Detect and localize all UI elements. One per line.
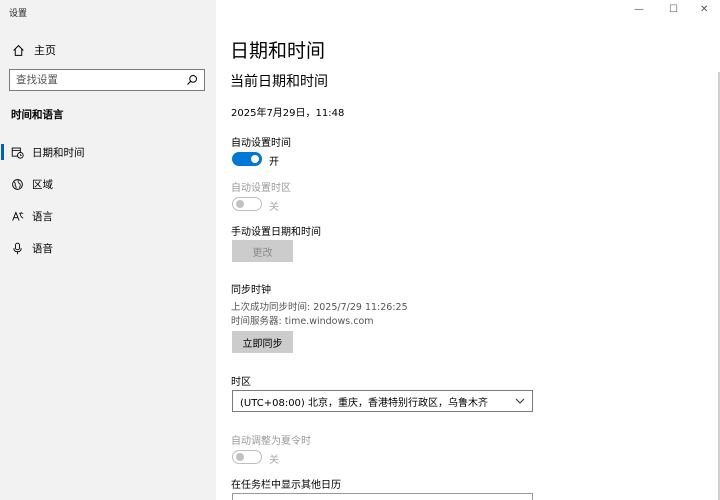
change-button[interactable]: 更改 xyxy=(232,240,293,262)
section-heading: 当前日期和时间 xyxy=(230,74,328,90)
auto-time-toggle[interactable] xyxy=(232,152,262,166)
language-icon xyxy=(9,208,25,224)
search-box[interactable] xyxy=(9,69,205,91)
sidebar-item-label: 语音 xyxy=(32,242,53,255)
sidebar: 设置 主页 时间和语言 日期和时间 区域 语言 语音 xyxy=(0,0,216,500)
toggle-knob xyxy=(251,155,259,163)
extra-calendar-label: 在任务栏中显示其他日历 xyxy=(231,480,341,491)
page-title: 日期和时间 xyxy=(230,40,326,62)
timezone-select[interactable]: (UTC+08:00) 北京，重庆，香港特别行政区，乌鲁木齐 xyxy=(232,390,533,412)
calendar-clock-icon xyxy=(9,144,25,160)
minimize-button[interactable]: — xyxy=(634,4,644,15)
timezone-value: (UTC+08:00) 北京，重庆，香港特别行政区，乌鲁木齐 xyxy=(240,397,489,409)
auto-timezone-toggle[interactable] xyxy=(232,197,262,211)
maximize-button[interactable]: ☐ xyxy=(669,4,678,15)
last-sync-text: 上次成功同步时间: 2025/7/29 11:26:25 xyxy=(231,302,408,313)
chevron-down-icon xyxy=(515,396,525,407)
sync-now-button[interactable]: 立即同步 xyxy=(232,331,293,353)
toggle-knob xyxy=(236,200,244,208)
section-title: 时间和语言 xyxy=(11,109,64,121)
auto-time-label: 自动设置时间 xyxy=(231,138,291,149)
auto-timezone-state: 关 xyxy=(269,202,279,213)
dst-state: 关 xyxy=(269,455,279,466)
search-icon[interactable] xyxy=(186,71,198,90)
extra-calendar-select[interactable] xyxy=(232,493,533,500)
sidebar-item-language[interactable]: 语言 xyxy=(0,202,216,230)
sidebar-item-region[interactable]: 区域 xyxy=(0,170,216,198)
sidebar-item-speech[interactable]: 语音 xyxy=(0,234,216,262)
auto-time-state: 开 xyxy=(269,157,279,168)
globe-icon xyxy=(9,176,25,192)
selection-indicator xyxy=(1,144,4,160)
main-content: — ☐ ✕ 日期和时间 当前日期和时间 2025年7月29日，11:48 自动设… xyxy=(216,0,720,500)
sidebar-item-label: 区域 xyxy=(32,178,53,191)
home-icon xyxy=(10,42,26,58)
toggle-knob xyxy=(236,453,244,461)
dst-label: 自动调整为夏令时 xyxy=(231,436,311,447)
sidebar-item-label: 语言 xyxy=(32,210,53,223)
microphone-icon xyxy=(9,240,25,256)
sync-clock-label: 同步时钟 xyxy=(231,285,271,296)
app-title: 设置 xyxy=(9,9,28,19)
search-input[interactable] xyxy=(16,74,176,86)
time-server-text: 时间服务器: time.windows.com xyxy=(231,316,374,327)
sidebar-item-label: 主页 xyxy=(34,44,56,57)
sidebar-item-label: 日期和时间 xyxy=(32,146,85,159)
timezone-label: 时区 xyxy=(231,377,251,388)
close-button[interactable]: ✕ xyxy=(700,4,708,15)
dst-toggle[interactable] xyxy=(232,450,262,464)
manual-datetime-label: 手动设置日期和时间 xyxy=(231,227,321,238)
sidebar-item-date-time[interactable]: 日期和时间 xyxy=(0,138,216,166)
sidebar-item-home[interactable]: 主页 xyxy=(8,38,208,62)
current-datetime: 2025年7月29日，11:48 xyxy=(231,108,345,119)
auto-timezone-label: 自动设置时区 xyxy=(231,183,291,194)
